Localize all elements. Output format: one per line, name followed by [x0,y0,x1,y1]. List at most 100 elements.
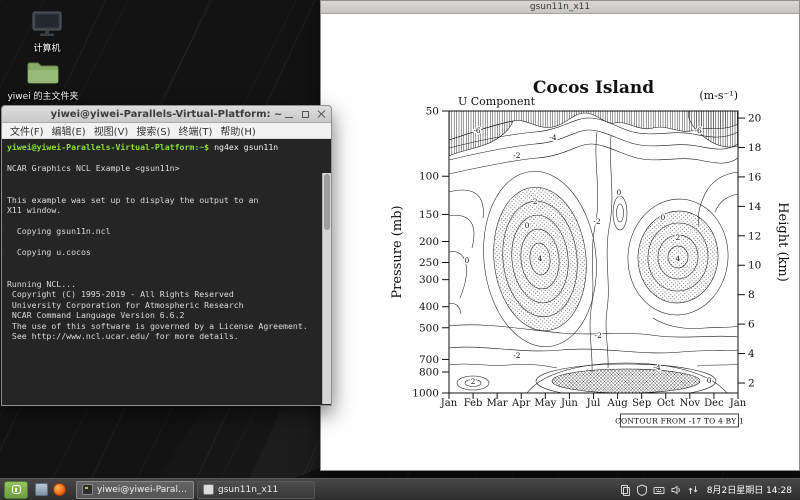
terminal-line: This example was set up to display the o… [7,195,319,206]
contour-label: -2 [513,151,521,160]
desktop-icon-label: yiwei 的主文件夹 [7,89,78,102]
plot-subtitle-left: U Component [458,95,536,108]
y-left-tick-label: 1000 [412,388,439,400]
shield-icon[interactable] [636,484,648,496]
y-left-axis-title: Pressure (mb) [390,205,405,298]
x-tick-label: Mar [487,398,508,409]
terminal-menu-item[interactable]: 帮助(H) [220,123,255,138]
desktop-icon-computer[interactable]: 计算机 [12,10,82,54]
close-button[interactable] [316,109,326,119]
terminal-icon [82,484,93,495]
contour-label: -2 [513,351,521,360]
shell-command: ng4ex gsun11n [209,142,278,152]
y-left-tick-label: 800 [419,366,439,378]
contour-label: 0 [707,376,712,385]
mint-menu-button[interactable] [4,481,28,499]
taskbar-window-label: yiwei@yiwei-Parallels-Vir... [97,485,188,495]
contour-label: -4 [653,363,661,372]
terminal-titlebar[interactable]: yiwei@yiwei-Parallels-Virtual-Platform: … [2,106,331,123]
terminal-line: University Corporation for Atmospheric R… [7,300,319,311]
terminal-line: NCAR Command Language Version 6.6.2 [7,310,319,321]
terminal-line: NCAR Graphics NCL Example <gsun11n> [7,163,319,174]
mint-logo-icon [12,485,21,494]
x-tick-label: Apr [511,398,531,409]
terminal-line [7,184,319,195]
shell-prompt: yiwei@yiwei-Parallels-Virtual-Platform:~… [7,142,209,152]
x-tick-label: Jan [440,398,458,409]
terminal-line: Copying u.cocos [7,247,319,258]
contour-label: -4 [549,133,557,142]
terminal-body[interactable]: yiwei@yiwei-Parallels-Virtual-Platform:~… [2,139,331,404]
terminal-menu-item[interactable]: 搜索(S) [136,123,170,138]
contour-label: 0 [617,188,622,197]
y-right-tick-label: 16 [748,171,762,183]
y-right-tick-label: 4 [748,348,755,360]
files-icon[interactable] [619,484,631,496]
terminal-window: yiwei@yiwei-Parallels-Virtual-Platform: … [1,105,332,406]
terminal-line: See http://www.ncl.ucar.edu/ for more de… [7,331,319,342]
terminal-line: The use of this software is governed by … [7,321,319,332]
x-tick-label: Jul [586,398,601,409]
system-tray [619,484,699,496]
x-tick-label: Oct [657,398,675,409]
x11-window-title: gsun11n_x11 [530,2,590,12]
contour-label: 0 [660,213,665,222]
terminal-menu-item[interactable]: 文件(F) [10,123,44,138]
y-left-tick-label: 100 [419,171,439,183]
y-left-tick-label: 50 [426,106,439,118]
terminal-menu-item[interactable]: 终端(T) [179,123,213,138]
x11-window: gsun11n_x11 [320,0,800,471]
show-desktop-icon[interactable] [35,483,48,496]
contour-label: -6 [694,126,702,135]
terminal-menubar: 文件(F) 编辑(E) 视图(V) 搜索(S) 终端(T) 帮助(H) [2,123,331,139]
terminal-line: Copying gsun11n.ncl [7,226,319,237]
y-left-tick-label: 400 [419,301,439,313]
terminal-menu-item[interactable]: 视图(V) [94,123,129,138]
x-tick-label: Aug [607,398,629,409]
x11-titlebar[interactable]: gsun11n_x11 [321,1,799,14]
contour-label: 2 [533,197,538,206]
clock[interactable]: 8月2日星期日 14:28 [703,483,796,496]
terminal-line: X11 window. [7,205,319,216]
x-tick-label: Feb [464,398,483,409]
maximize-button[interactable] [300,109,310,119]
volume-icon[interactable] [670,484,682,496]
y-right-axis-title: Height (km) [775,202,790,282]
window-list: yiwei@yiwei-Parallels-Vir... gsun11n_x11 [76,481,315,499]
contour-label: -6 [473,126,481,135]
x-tick-label: Nov [680,398,701,409]
contour-label: 4 [538,254,543,263]
y-left-tick-label: 500 [419,322,439,334]
contour-label: -2 [593,217,601,226]
terminal-scrollbar[interactable] [322,173,331,404]
scrollbar-thumb[interactable] [324,174,330,230]
y-right-tick-label: 20 [748,113,761,125]
terminal-line [7,216,319,227]
taskbar-window-button[interactable]: yiwei@yiwei-Parallels-Vir... [76,481,194,499]
contour-note: CONTOUR FROM -17 TO 4 BY 1 [615,417,744,426]
y-right-tick-label: 8 [748,289,755,301]
contour-label: -2 [594,331,602,340]
terminal-menu-item[interactable]: 编辑(E) [52,123,86,138]
x-tick-label: Jun [560,398,578,409]
contour-label: 0 [525,221,530,230]
x11-icon [203,484,214,495]
y-left-tick-label: 200 [419,236,439,248]
terminal-line: Running NCL... [7,279,319,290]
taskbar-window-button[interactable]: gsun11n_x11 [197,481,315,499]
firefox-icon[interactable] [53,483,66,496]
y-right-tick-label: 14 [748,201,762,213]
folder-icon [26,60,60,86]
contour-label: 0 [465,256,470,265]
keyboard-icon[interactable] [653,484,665,496]
taskbar: yiwei@yiwei-Parallels-Vir...gsun11n_x11 … [0,478,800,500]
y-left-tick-label: 300 [419,274,439,286]
plot-units-label: (m-s⁻¹) [699,89,738,102]
network-icon[interactable] [687,484,699,496]
terminal-line [7,268,319,279]
y-left-tick-label: 250 [419,257,439,269]
minimize-button[interactable] [284,109,294,119]
y-right-tick-label: 12 [748,230,761,242]
desktop-icon-home-folder[interactable]: yiwei 的主文件夹 [8,60,78,102]
contour-label: 2 [675,233,680,242]
